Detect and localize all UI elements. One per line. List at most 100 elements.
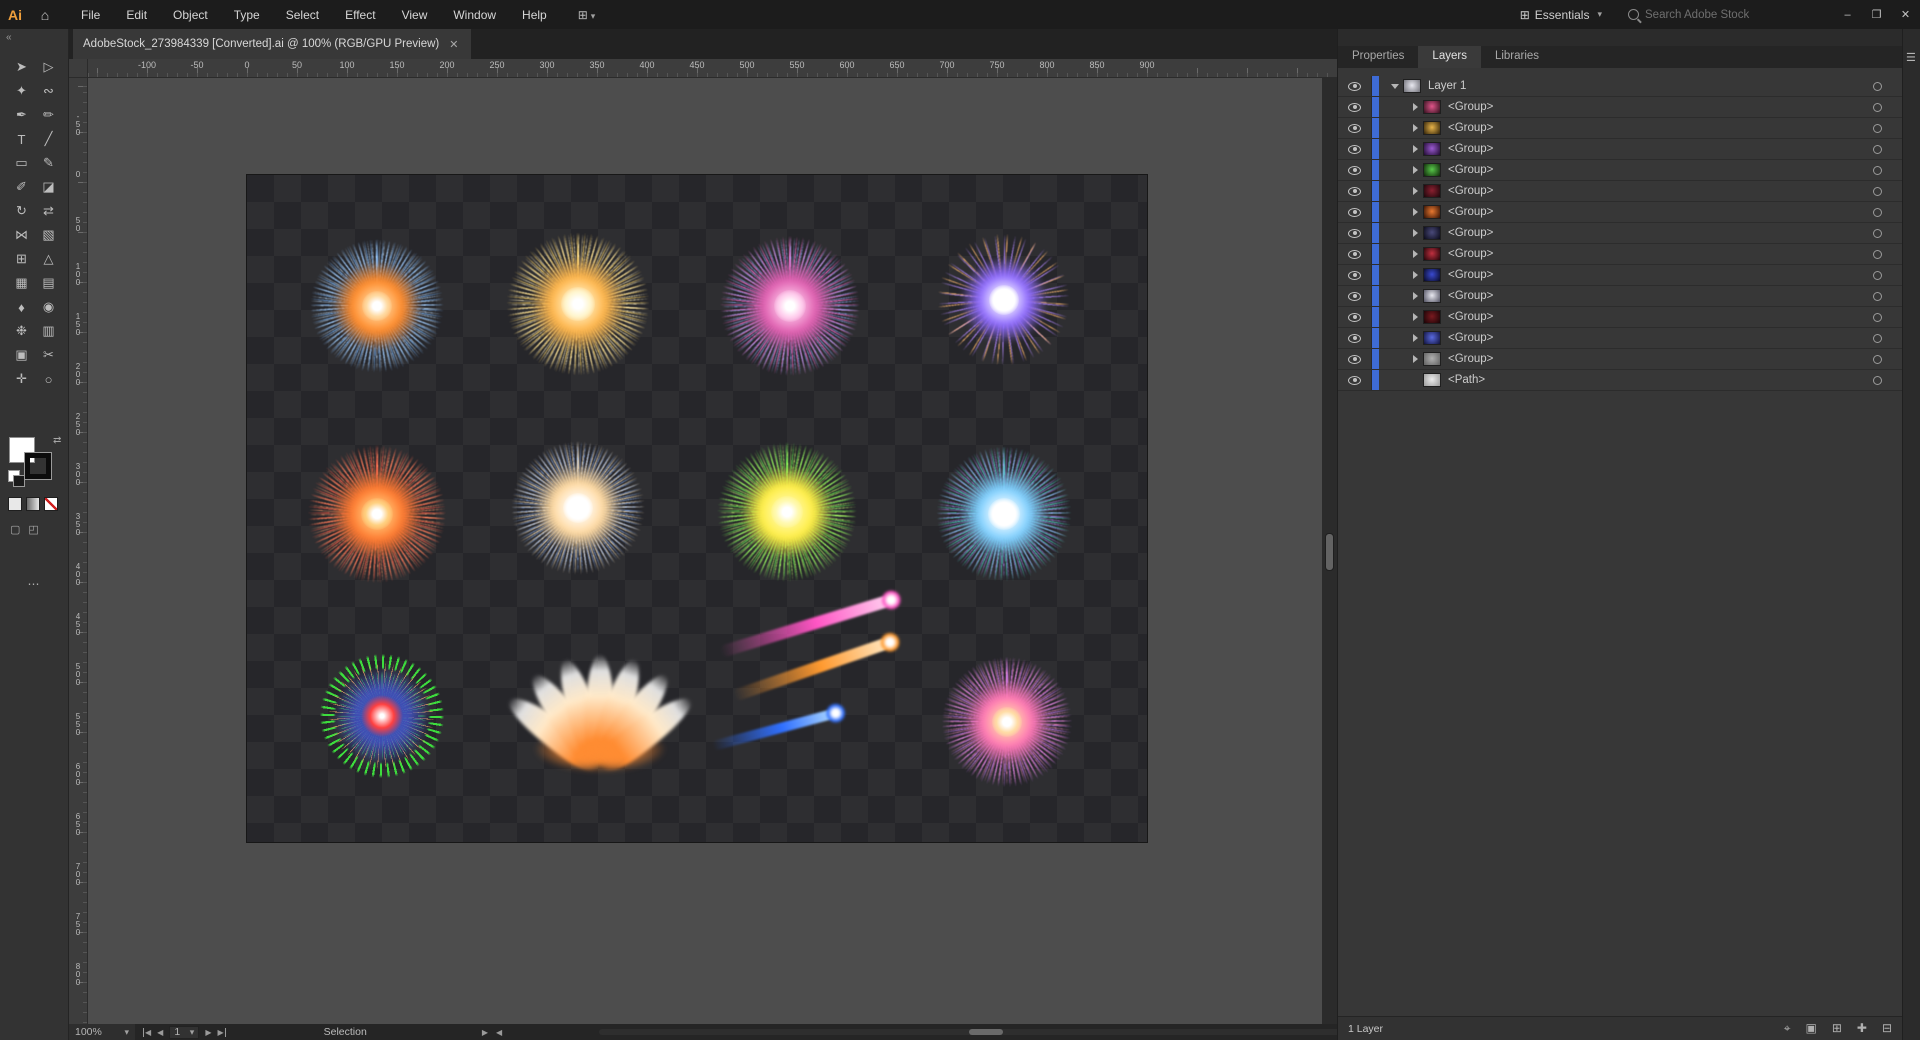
- illustrator-logo[interactable]: Ai: [0, 7, 30, 23]
- target-icon[interactable]: [1873, 207, 1882, 217]
- symbol-sprayer-tool[interactable]: ❉: [8, 319, 35, 343]
- target-icon[interactable]: [1873, 228, 1882, 238]
- close-tab-icon[interactable]: ✕: [449, 38, 458, 51]
- blend-tool[interactable]: ◉: [35, 295, 62, 319]
- layer-row[interactable]: <Group>: [1338, 160, 1902, 181]
- target-icon[interactable]: [1873, 291, 1882, 301]
- scale-tool[interactable]: ⇄: [35, 199, 62, 223]
- draw-behind-icon[interactable]: ◰: [28, 523, 38, 536]
- expand-chevron[interactable]: [1407, 103, 1423, 111]
- layer-row[interactable]: <Group>: [1338, 286, 1902, 307]
- expand-chevron[interactable]: [1407, 187, 1423, 195]
- layer-row[interactable]: <Path>: [1338, 370, 1902, 391]
- layer-row[interactable]: <Group>: [1338, 328, 1902, 349]
- last-artboard-icon[interactable]: ▶: [217, 1027, 226, 1037]
- expand-chevron[interactable]: [1407, 208, 1423, 216]
- layer-row[interactable]: <Group>: [1338, 202, 1902, 223]
- menu-select[interactable]: Select: [273, 8, 332, 22]
- draw-normal-icon[interactable]: ▢: [10, 523, 20, 536]
- firework-blue-orange[interactable]: [290, 219, 464, 393]
- search-input[interactable]: [1645, 8, 1795, 21]
- visibility-toggle[interactable]: [1338, 370, 1372, 390]
- visibility-toggle[interactable]: [1338, 349, 1372, 369]
- layer-row[interactable]: Layer 1: [1338, 76, 1902, 97]
- menu-window[interactable]: Window: [440, 8, 509, 22]
- menu-file[interactable]: File: [68, 8, 113, 22]
- tab-layers[interactable]: Layers: [1418, 46, 1481, 68]
- rotate-tool[interactable]: ↻: [8, 199, 35, 223]
- hand-tool[interactable]: ✛: [8, 367, 35, 391]
- visibility-toggle[interactable]: [1338, 181, 1372, 201]
- visibility-toggle[interactable]: [1338, 139, 1372, 159]
- scroll-right-icon[interactable]: ▶: [482, 1028, 488, 1037]
- rectangle-tool[interactable]: ▭: [8, 151, 35, 175]
- magic-wand-tool[interactable]: ✦: [8, 79, 35, 103]
- default-fill-stroke-icon[interactable]: [8, 470, 25, 487]
- paintbrush-tool[interactable]: ✎: [35, 151, 62, 175]
- firework-purple-pink[interactable]: [922, 637, 1092, 807]
- firework-white-gold[interactable]: [491, 421, 665, 595]
- curvature-tool[interactable]: ✏: [35, 103, 62, 127]
- menu-type[interactable]: Type: [221, 8, 273, 22]
- zoom-level-dropdown[interactable]: 100% ▾: [69, 1024, 135, 1040]
- minimize-button[interactable]: –: [1833, 0, 1862, 29]
- swap-fill-stroke-icon[interactable]: ⇄: [53, 435, 61, 446]
- expand-chevron[interactable]: [1407, 355, 1423, 363]
- home-icon[interactable]: ⌂: [30, 7, 60, 23]
- expand-chevron[interactable]: [1407, 292, 1423, 300]
- adobe-stock-search[interactable]: [1628, 8, 1803, 21]
- horizontal-scrollbar[interactable]: [599, 1029, 1391, 1035]
- previous-artboard-icon[interactable]: ◀: [157, 1028, 163, 1037]
- layer-row[interactable]: <Group>: [1338, 118, 1902, 139]
- firework-orange-fountain[interactable]: [500, 612, 700, 779]
- firework-gold[interactable]: [485, 211, 671, 397]
- layer-row[interactable]: <Group>: [1338, 265, 1902, 286]
- expand-chevron[interactable]: [1407, 124, 1423, 132]
- expand-chevron[interactable]: [1407, 250, 1423, 258]
- free-transform-tool[interactable]: ▧: [35, 223, 62, 247]
- selection-tool[interactable]: ➤: [8, 55, 35, 79]
- expand-chevron[interactable]: [1407, 229, 1423, 237]
- locate-object-icon[interactable]: ⌖: [1784, 1021, 1791, 1036]
- target-icon[interactable]: [1873, 333, 1882, 343]
- type-tool[interactable]: T: [8, 127, 35, 151]
- canvas-pasteboard[interactable]: [88, 78, 1322, 1024]
- visibility-toggle[interactable]: [1338, 202, 1372, 222]
- collapse-panel-icon[interactable]: «: [6, 32, 12, 43]
- visibility-toggle[interactable]: [1338, 160, 1372, 180]
- expand-chevron[interactable]: [1407, 334, 1423, 342]
- expand-chevron[interactable]: [1407, 313, 1423, 321]
- firework-red[interactable]: [287, 424, 467, 604]
- layer-row[interactable]: <Group>: [1338, 181, 1902, 202]
- target-icon[interactable]: [1873, 249, 1882, 259]
- visibility-toggle[interactable]: [1338, 328, 1372, 348]
- menu-view[interactable]: View: [389, 8, 441, 22]
- restore-button[interactable]: ❐: [1862, 0, 1891, 29]
- gradient-tool[interactable]: ▤: [35, 271, 62, 295]
- firework-ring-green-blue[interactable]: [295, 629, 469, 803]
- target-icon[interactable]: [1873, 354, 1882, 364]
- shaper-tool[interactable]: ✐: [8, 175, 35, 199]
- target-icon[interactable]: [1873, 312, 1882, 322]
- delete-selection-icon[interactable]: ⊟: [1882, 1021, 1892, 1036]
- layer-row[interactable]: <Group>: [1338, 139, 1902, 160]
- color-mode-button[interactable]: [8, 497, 22, 511]
- target-icon[interactable]: [1873, 375, 1882, 385]
- artboard-number-field[interactable]: 1 ▾: [169, 1025, 200, 1039]
- edit-toolbar-icon[interactable]: ⋯: [0, 577, 69, 591]
- layer-row[interactable]: <Group>: [1338, 307, 1902, 328]
- new-layer-icon[interactable]: ✚: [1857, 1021, 1867, 1036]
- visibility-toggle[interactable]: [1338, 76, 1372, 96]
- target-icon[interactable]: [1873, 81, 1882, 91]
- zoom-tool[interactable]: ○: [35, 367, 62, 391]
- first-artboard-icon[interactable]: ◀: [143, 1027, 151, 1037]
- workspace-switcher[interactable]: ⊞ Essentials ▾: [1520, 8, 1602, 22]
- firework-comet-streaks[interactable]: [711, 593, 923, 789]
- layer-row[interactable]: <Group>: [1338, 349, 1902, 370]
- tab-libraries[interactable]: Libraries: [1481, 46, 1553, 68]
- eraser-tool[interactable]: ◪: [35, 175, 62, 199]
- expand-chevron[interactable]: [1407, 166, 1423, 174]
- target-icon[interactable]: [1873, 102, 1882, 112]
- next-artboard-icon[interactable]: ▶: [205, 1028, 211, 1037]
- slice-tool[interactable]: ✂: [35, 343, 62, 367]
